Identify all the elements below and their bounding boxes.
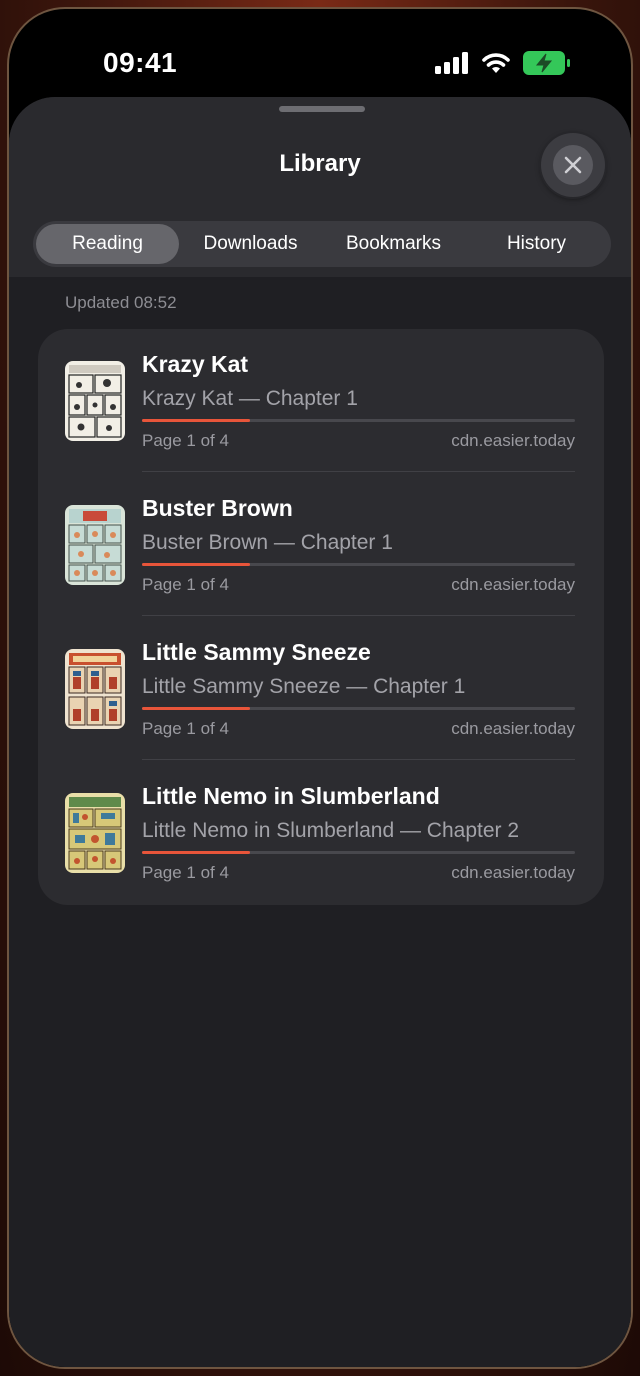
library-tabs: Reading Downloads Bookmarks History bbox=[33, 221, 611, 267]
list-item[interactable]: Buster Brown Buster Brown — Chapter 1 Pa… bbox=[38, 473, 604, 617]
library-sheet: Library Reading Downloads Bookmarks Hist… bbox=[9, 97, 631, 1367]
page-indicator: Page 1 of 4 bbox=[142, 719, 229, 738]
list-item[interactable]: Krazy Kat Krazy Kat — Chapter 1 Page 1 o… bbox=[38, 329, 604, 473]
wifi-icon bbox=[482, 53, 510, 73]
row-divider bbox=[142, 471, 575, 472]
reading-progress-fill bbox=[142, 563, 251, 566]
reading-list: Krazy Kat Krazy Kat — Chapter 1 Page 1 o… bbox=[38, 329, 604, 905]
chapter-subtitle: Krazy Kat — Chapter 1 bbox=[142, 387, 358, 410]
close-button-inner bbox=[553, 145, 593, 185]
sheet-header: Library Reading Downloads Bookmarks Hist… bbox=[9, 97, 631, 277]
reading-progress-fill bbox=[142, 707, 251, 710]
source-domain: cdn.easier.today bbox=[451, 863, 575, 882]
comic-thumbnail bbox=[65, 505, 125, 585]
comic-thumbnail bbox=[65, 649, 125, 729]
phone-frame: 09:41 Library Reading Downloads Bookmark… bbox=[7, 7, 633, 1369]
comic-title: Little Sammy Sneeze bbox=[142, 639, 371, 665]
tab-history[interactable]: History bbox=[465, 224, 608, 264]
list-item[interactable]: Little Nemo in Slumberland Little Nemo i… bbox=[38, 761, 604, 905]
close-icon bbox=[564, 156, 582, 174]
chapter-subtitle: Little Nemo in Slumberland — Chapter 2 bbox=[142, 819, 520, 842]
status-bar: 09:41 bbox=[9, 9, 631, 99]
close-button[interactable] bbox=[541, 133, 605, 197]
source-domain: cdn.easier.today bbox=[451, 719, 575, 738]
tab-bookmarks[interactable]: Bookmarks bbox=[322, 224, 465, 264]
page-indicator: Page 1 of 4 bbox=[142, 863, 229, 882]
tab-downloads[interactable]: Downloads bbox=[179, 224, 322, 264]
chapter-subtitle: Little Sammy Sneeze — Chapter 1 bbox=[142, 675, 466, 698]
comic-title: Buster Brown bbox=[142, 495, 293, 521]
chapter-subtitle: Buster Brown — Chapter 1 bbox=[142, 531, 393, 554]
reading-progress-fill bbox=[142, 419, 251, 422]
comic-title: Krazy Kat bbox=[142, 351, 249, 377]
device-background: 09:41 Library Reading Downloads Bookmark… bbox=[0, 0, 640, 1376]
reading-progress-bar bbox=[142, 851, 575, 854]
reading-progress-bar bbox=[142, 419, 575, 422]
comic-title: Little Nemo in Slumberland bbox=[142, 783, 440, 809]
page-indicator: Page 1 of 4 bbox=[142, 431, 229, 450]
sheet-grabber[interactable] bbox=[279, 106, 365, 112]
status-icons bbox=[435, 51, 571, 75]
status-time: 09:41 bbox=[103, 47, 178, 78]
source-domain: cdn.easier.today bbox=[451, 431, 575, 450]
reading-progress-fill bbox=[142, 851, 251, 854]
battery-charging-icon bbox=[523, 51, 570, 75]
reading-progress-bar bbox=[142, 707, 575, 710]
source-domain: cdn.easier.today bbox=[451, 575, 575, 594]
comic-thumbnail bbox=[65, 361, 125, 441]
tab-reading[interactable]: Reading bbox=[36, 224, 179, 264]
reading-progress-bar bbox=[142, 563, 575, 566]
row-divider bbox=[142, 615, 575, 616]
sheet-title: Library bbox=[279, 150, 361, 177]
comic-thumbnail bbox=[65, 793, 125, 873]
updated-timestamp: Updated 08:52 bbox=[65, 293, 177, 312]
signal-icon bbox=[435, 52, 468, 74]
row-divider bbox=[142, 759, 575, 760]
list-item[interactable]: Little Sammy Sneeze Little Sammy Sneeze … bbox=[38, 617, 604, 761]
page-indicator: Page 1 of 4 bbox=[142, 575, 229, 594]
